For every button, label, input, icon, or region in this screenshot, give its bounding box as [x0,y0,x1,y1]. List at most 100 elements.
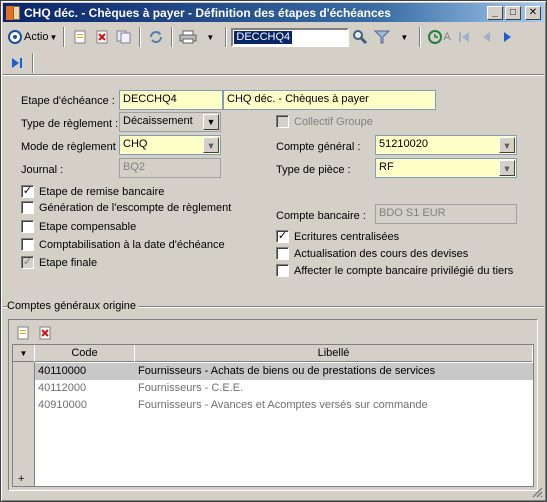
table-row[interactable]: 40112000 Fournisseurs - C.E.E. [35,380,533,397]
actualisation-cours-label: Actualisation des cours des devises [294,247,469,260]
delete-icon [39,326,51,340]
etape-code-field[interactable]: DECCHQ4 [119,90,223,110]
checkbox-box [276,264,289,277]
grid-toolbar [12,323,56,343]
type-piece-select[interactable]: RF ⩔ [375,158,517,178]
ecritures-centralisees-label: Ecritures centralisées [294,230,400,243]
affecter-compte-checkbox[interactable]: Affecter le compte bancaire privilégié d… [276,264,513,277]
new-button[interactable] [69,26,91,48]
comptes-grid[interactable]: ▼ Code Libellé + 40110000 Fournisseurs -… [12,344,534,487]
column-header-libelle[interactable]: Libellé [135,345,533,362]
remise-bancaire-checkbox[interactable]: ✓ Etape de remise bancaire [21,185,164,198]
etape-compensable-label: Etape compensable [39,220,137,233]
window: CHQ déc. - Chèques à payer - Définition … [0,0,547,502]
last-record-button[interactable] [6,52,28,74]
last-icon [12,57,22,68]
first-icon [458,32,469,42]
libelle-cell: Fournisseurs - C.E.E. [138,382,244,394]
search-icon [353,30,368,45]
sync-button[interactable]: A [425,26,452,48]
journal-field: BQ2 [119,158,221,178]
next-icon [503,32,511,42]
checkbox-box [21,238,34,251]
add-row-button[interactable] [12,322,34,344]
next-record-button[interactable] [497,26,519,48]
etape-description-field[interactable]: CHQ déc. - Chèques à payer [223,90,436,110]
actions-button[interactable]: Actio ▼ [6,26,59,48]
etape-label: Etape d'échéance : [21,95,115,107]
table-row[interactable]: 40910000 Fournisseurs - Avances et Acomp… [35,397,533,414]
etape-compensable-checkbox[interactable]: Etape compensable [21,220,136,233]
comptabilisation-label: Comptabilisation à la date d'échéance [39,238,225,251]
delete-button[interactable] [91,26,113,48]
comptabilisation-checkbox[interactable]: Comptabilisation à la date d'échéance [21,238,225,251]
checkmark-icon: ✓ [21,256,34,269]
journal-label: Journal : [21,164,64,176]
search-button[interactable] [349,26,371,48]
compte-general-value: 51210020 [379,138,428,150]
compte-general-select[interactable]: 51210020 ⩔ [375,135,517,155]
type-reglement-select[interactable]: Décaissement ▼ [119,112,221,132]
checkbox-box [276,247,289,260]
separator [419,27,422,47]
checkbox-box [276,115,289,128]
etape-finale-checkbox[interactable]: ✓ Etape finale [21,256,97,269]
checkmark-icon: ✓ [21,185,34,198]
chevron-down-icon: ▼ [19,349,28,358]
code-cell: 40110000 [38,365,87,377]
type-piece-label: Type de pièce : [276,164,351,176]
print-options-button[interactable]: ▼ [199,26,221,48]
column-header-code[interactable]: Code [35,345,135,362]
compte-general-label: Compte général : [276,141,361,153]
generation-escompte-checkbox[interactable]: Génération de l'escompte de règlement [21,201,231,214]
libelle-cell: Fournisseurs - Achats de biens ou de pre… [138,365,436,377]
add-row-marker[interactable]: + [18,473,24,485]
mode-reglement-select[interactable]: CHQ ⩔ [119,135,221,155]
chevron-down-icon[interactable]: ▼ [203,114,219,130]
actions-label: Actio [24,31,49,43]
checkbox-box [21,220,34,233]
navigation-toolbar [3,51,544,75]
app-icon [6,5,20,20]
search-input[interactable]: DECCHQ4 [231,27,350,47]
libelle-cell: Fournisseurs - Avances et Acomptes versé… [138,399,428,411]
double-chevron-icon[interactable]: ⩔ [499,160,515,176]
row-gutter: + [13,362,35,486]
double-chevron-icon[interactable]: ⩔ [203,137,219,153]
delete-row-button[interactable] [34,322,56,344]
refresh-icon [150,31,163,43]
chevron-down-icon: ▼ [206,32,215,42]
print-button[interactable] [177,26,199,48]
main-toolbar: Actio ▼ ▼ DECCHQ4 ▼ A [3,24,544,50]
minimize-button[interactable]: _ [487,5,503,20]
actions-icon [8,30,22,44]
etape-finale-label: Etape finale [39,256,98,269]
actualisation-cours-checkbox[interactable]: Actualisation des cours des devises [276,247,468,260]
delete-icon [96,30,108,44]
first-record-button[interactable] [453,26,475,48]
search-input-value: DECCHQ4 [234,30,293,44]
double-chevron-icon[interactable]: ⩔ [499,137,515,153]
maximize-button[interactable]: □ [505,5,521,20]
remise-bancaire-label: Etape de remise bancaire [39,185,165,198]
filter-button[interactable] [371,26,393,48]
copy-button[interactable] [113,26,135,48]
table-row[interactable]: 40110000 Fournisseurs - Achats de biens … [35,363,533,380]
chevron-down-icon: ▼ [400,32,409,42]
new-document-icon [74,30,86,44]
affecter-compte-label: Affecter le compte bancaire privilégié d… [294,264,514,277]
row-selector-header[interactable]: ▼ [13,345,35,362]
type-reglement-label: Type de règlement : [21,118,119,130]
window-title: CHQ déc. - Chèques à payer - Définition … [24,5,391,20]
filter-options-button[interactable]: ▼ [393,26,415,48]
type-reglement-value: Décaissement [123,115,193,127]
ecritures-centralisees-checkbox[interactable]: ✓ Ecritures centralisées [276,230,399,243]
filter-icon [374,30,391,44]
copy-icon [116,30,131,44]
close-button[interactable]: ✕ [525,5,541,20]
resize-grip-icon[interactable] [531,486,543,498]
previous-record-button[interactable] [475,26,497,48]
mode-reglement-value: CHQ [123,138,148,150]
collectif-groupe-checkbox[interactable]: Collectif Groupe [276,115,373,128]
refresh-button[interactable] [145,26,167,48]
